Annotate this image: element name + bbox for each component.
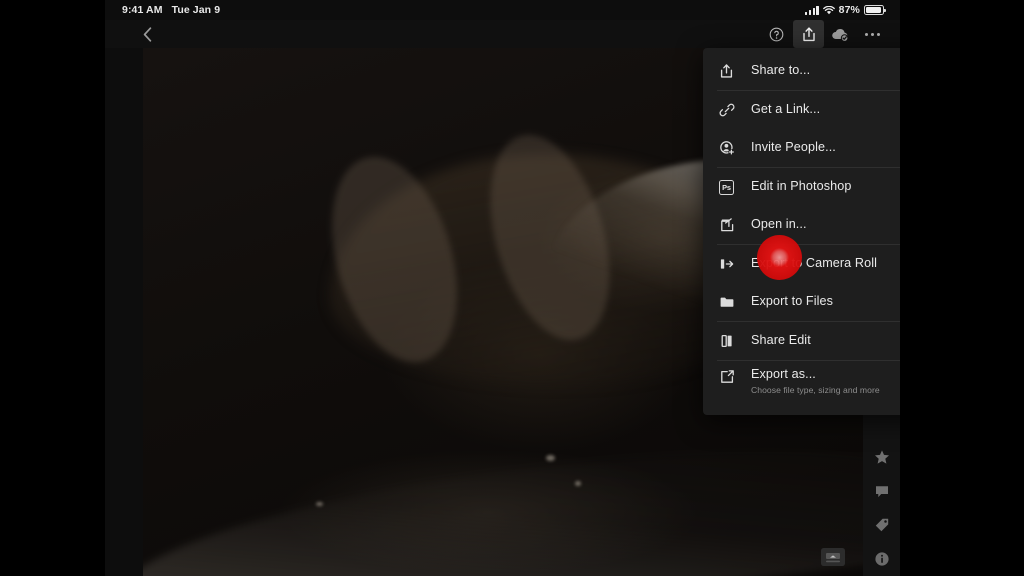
info-circle-icon (874, 552, 889, 566)
rail-item-comments[interactable] (863, 474, 900, 508)
menu-item-label: Share to... (751, 63, 811, 78)
rail-item-info[interactable] (863, 542, 900, 576)
menu-item-text: Export to Files (751, 294, 900, 309)
photo-detail-speck (315, 502, 323, 507)
status-date: Tue Jan 9 (171, 4, 221, 16)
export-camera-icon (719, 256, 740, 272)
menu-item-text: Open in... (751, 217, 900, 232)
cloud-synced-icon (832, 28, 849, 42)
menu-item-text: Edit in Photoshop (751, 179, 900, 194)
battery-icon (864, 5, 886, 15)
top-toolbar (105, 20, 900, 48)
menu-item-share-to[interactable]: Share to... (703, 52, 900, 90)
status-bar-right: 87% (804, 0, 886, 20)
menu-item-text: Share to... (751, 63, 900, 78)
menu-item-share-edit[interactable]: Share Edit (703, 322, 900, 360)
menu-item-text: Share Edit (751, 333, 900, 348)
add-person-icon (719, 140, 740, 156)
back-button[interactable] (135, 23, 159, 45)
menu-item-label: Get a Link... (751, 102, 821, 117)
menu-item-label: Edit in Photoshop (751, 179, 852, 194)
share-button[interactable] (793, 20, 824, 48)
menu-item-export-to-files[interactable]: Export to Files (703, 283, 900, 321)
battery-percent: 87% (838, 4, 860, 16)
chevron-left-icon (143, 26, 151, 42)
link-icon (719, 102, 740, 118)
screen: 9:41 AM Tue Jan 9 87% Share to... Get a … (0, 0, 1024, 576)
menu-item-text: Export as... Choose file type, sizing an… (751, 367, 900, 395)
filmstrip-toggle-button[interactable] (821, 548, 845, 566)
help-button[interactable] (761, 20, 792, 48)
share-up-icon (719, 63, 740, 79)
menu-item-edit-in-photoshop[interactable]: Ps Edit in Photoshop (703, 168, 900, 206)
menu-item-text: Get a Link... (751, 102, 900, 117)
filmstrip-toggle-icon (826, 552, 840, 562)
menu-item-invite-people[interactable]: Invite People... (703, 129, 900, 167)
cloud-sync-button[interactable] (825, 20, 856, 48)
more-options-button[interactable] (857, 20, 888, 48)
menu-item-open-in[interactable]: Open in... (703, 206, 900, 244)
tag-icon (875, 518, 888, 532)
letterbox-right (900, 0, 1024, 576)
share-edit-icon (719, 333, 740, 349)
share-dropdown-menu[interactable]: Share to... Get a Link... Invite People.… (703, 48, 900, 415)
letterbox-left (0, 0, 105, 576)
menu-item-text: Invite People... (751, 140, 900, 155)
photo-detail-speck (575, 480, 581, 486)
menu-item-label: Share Edit (751, 333, 811, 348)
menu-item-label: Invite People... (751, 140, 836, 155)
menu-item-label: Export as... (751, 367, 816, 381)
menu-item-subtitle: Choose file type, sizing and more (751, 384, 880, 395)
menu-item-get-a-link[interactable]: Get a Link... (703, 91, 900, 129)
folder-icon (719, 294, 740, 310)
menu-item-label: Export to Files (751, 294, 833, 309)
wifi-icon (822, 5, 835, 15)
help-circle-icon (769, 27, 784, 41)
star-icon (874, 450, 889, 464)
tablet-app-window: 9:41 AM Tue Jan 9 87% Share to... Get a … (105, 0, 900, 576)
share-up-icon (802, 26, 815, 41)
photo-detail-ground (143, 421, 863, 576)
status-bar: 9:41 AM Tue Jan 9 87% (105, 0, 900, 20)
export-box-icon (719, 369, 740, 385)
open-in-icon (719, 217, 740, 233)
photo-detail-speck (546, 454, 556, 461)
menu-item-export-to-camera-roll[interactable]: Export to Camera Roll (703, 245, 900, 283)
cellular-signal-icon (804, 5, 819, 15)
menu-item-export-as[interactable]: Export as... Choose file type, sizing an… (703, 361, 900, 409)
more-options-icon (865, 32, 880, 36)
toolbar-actions (761, 20, 888, 48)
status-bar-left: 9:41 AM Tue Jan 9 (122, 4, 220, 16)
comment-icon (875, 486, 888, 498)
status-time: 9:41 AM (122, 4, 163, 16)
rail-item-keywords[interactable] (863, 508, 900, 542)
rail-item-rating[interactable] (863, 440, 900, 474)
tap-indicator (757, 235, 802, 280)
photoshop-badge-icon: Ps (719, 179, 740, 195)
menu-item-label: Open in... (751, 217, 807, 232)
